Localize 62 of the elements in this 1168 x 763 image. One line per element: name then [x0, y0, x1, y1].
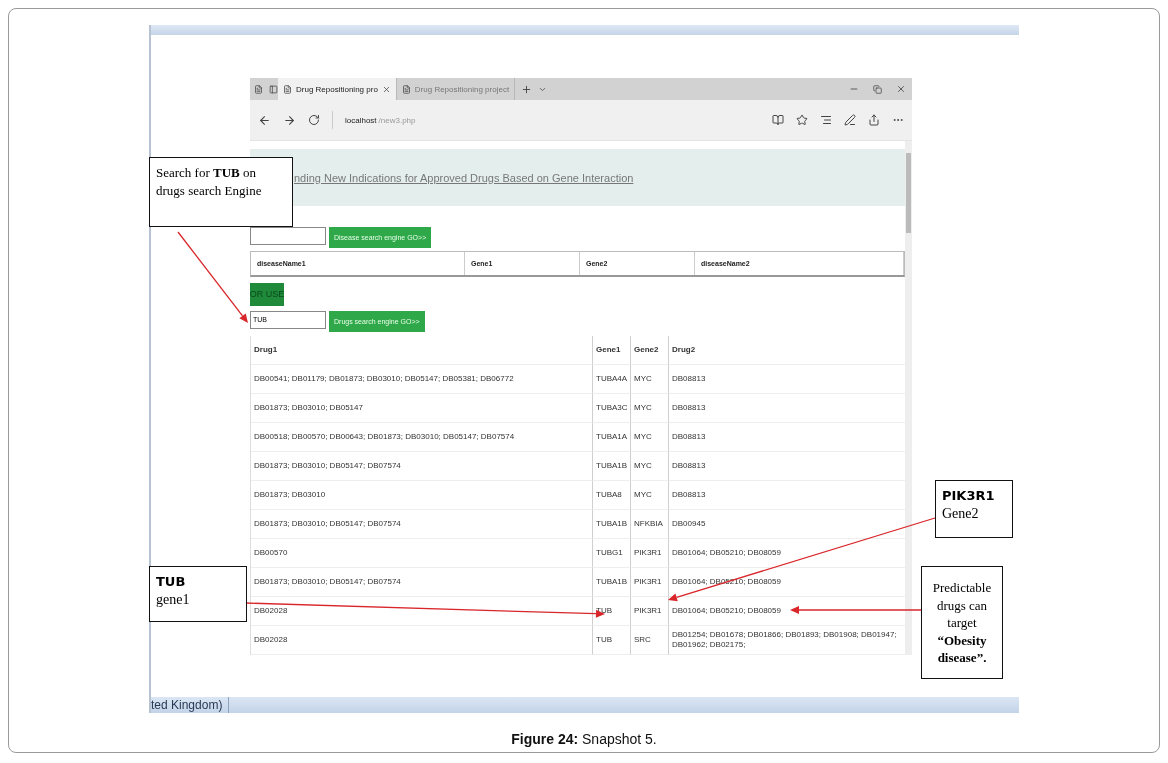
table-cell: NFKBIA: [631, 510, 669, 539]
refresh-icon[interactable]: [308, 114, 320, 126]
share-icon[interactable]: [868, 114, 880, 126]
table-cell: DB01873; DB03010; DB05147; DB07574: [251, 452, 593, 481]
table-cell: SRC: [631, 626, 669, 655]
table-cell: DB01873; DB03010; DB05147: [251, 394, 593, 423]
table-cell: DB02028: [251, 597, 593, 626]
table-cell: DB01873; DB03010; DB05147; DB07574: [251, 568, 593, 597]
table-cell: TUBG1: [593, 539, 631, 568]
table-cell: PIK3R1: [631, 597, 669, 626]
table-cell: TUBA8: [593, 481, 631, 510]
pen-icon[interactable]: [844, 114, 856, 126]
table-cell: TUBA1B: [593, 452, 631, 481]
annotation-callout: Predictable drugs can target “Obesity disease”.: [921, 566, 1003, 679]
table-cell: DB00541; DB01179; DB01873; DB03010; DB05147; DB05381; DB06772: [251, 365, 593, 394]
figure-caption: Figure 24: Snapshot 5.: [511, 731, 657, 747]
star-icon[interactable]: [796, 114, 808, 126]
forward-icon[interactable]: [283, 113, 296, 127]
disease-search-field[interactable]: [250, 227, 326, 245]
table-cell: TUB: [593, 626, 631, 655]
tabs-aside-icon[interactable]: [269, 84, 278, 94]
scrollbar[interactable]: [905, 141, 912, 655]
callout-text: gene1: [156, 590, 191, 609]
table-cell: DB01873; DB03010; DB05147; DB07574: [251, 510, 593, 539]
new-tab-icon[interactable]: [521, 83, 533, 95]
table-cell: MYC: [631, 394, 669, 423]
annotation-callout: Search for TUB on drugs search Engine: [149, 157, 293, 227]
page-icon: [401, 84, 411, 94]
page-icon: [283, 84, 292, 94]
table-cell: PIK3R1: [631, 568, 669, 597]
callout-title: PIK3R1: [942, 487, 996, 505]
table-cell: MYC: [631, 423, 669, 452]
url-host[interactable]: localhost: [345, 115, 377, 125]
restore-icon[interactable]: [873, 84, 882, 94]
table-cell: DB01873; DB03010: [251, 481, 593, 510]
table-cell: PIK3R1: [631, 539, 669, 568]
book-icon[interactable]: [772, 114, 784, 126]
callout-text: Gene2: [942, 504, 980, 523]
column-header: Drug1: [251, 336, 593, 365]
table-cell: DB02028: [251, 626, 593, 655]
callout-title: TUB: [156, 573, 187, 591]
close-icon[interactable]: [896, 84, 906, 94]
column-header: Gene1: [593, 336, 631, 365]
reading-list-icon[interactable]: [820, 114, 832, 126]
table-cell: DB00570: [251, 539, 593, 568]
status-text: ted Kingdom): [151, 697, 230, 713]
table-cell: MYC: [631, 452, 669, 481]
browser-tab[interactable]: Drug Repositioning pro: [278, 78, 397, 100]
back-icon[interactable]: [258, 113, 271, 127]
table-cell: TUBA1A: [593, 423, 631, 452]
tab-preview-icon[interactable]: [254, 84, 263, 94]
page-title-link[interactable]: nding New Indications for Approved Drugs Based on Gene Interaction: [294, 171, 634, 184]
url-path[interactable]: /new3.php: [378, 115, 416, 125]
table-cell: MYC: [631, 365, 669, 394]
table-cell: TUBA3C: [593, 394, 631, 423]
column-header: Gene2: [631, 336, 669, 365]
table-cell: TUBA1B: [593, 568, 631, 597]
table-cell: TUBA1B: [593, 510, 631, 539]
table-cell: DB00518; DB00570; DB00643; DB01873; DB03010; DB05147; DB07574: [251, 423, 593, 452]
table-cell: TUBA4A: [593, 365, 631, 394]
table-cell: MYC: [631, 481, 669, 510]
close-icon[interactable]: [381, 84, 391, 94]
